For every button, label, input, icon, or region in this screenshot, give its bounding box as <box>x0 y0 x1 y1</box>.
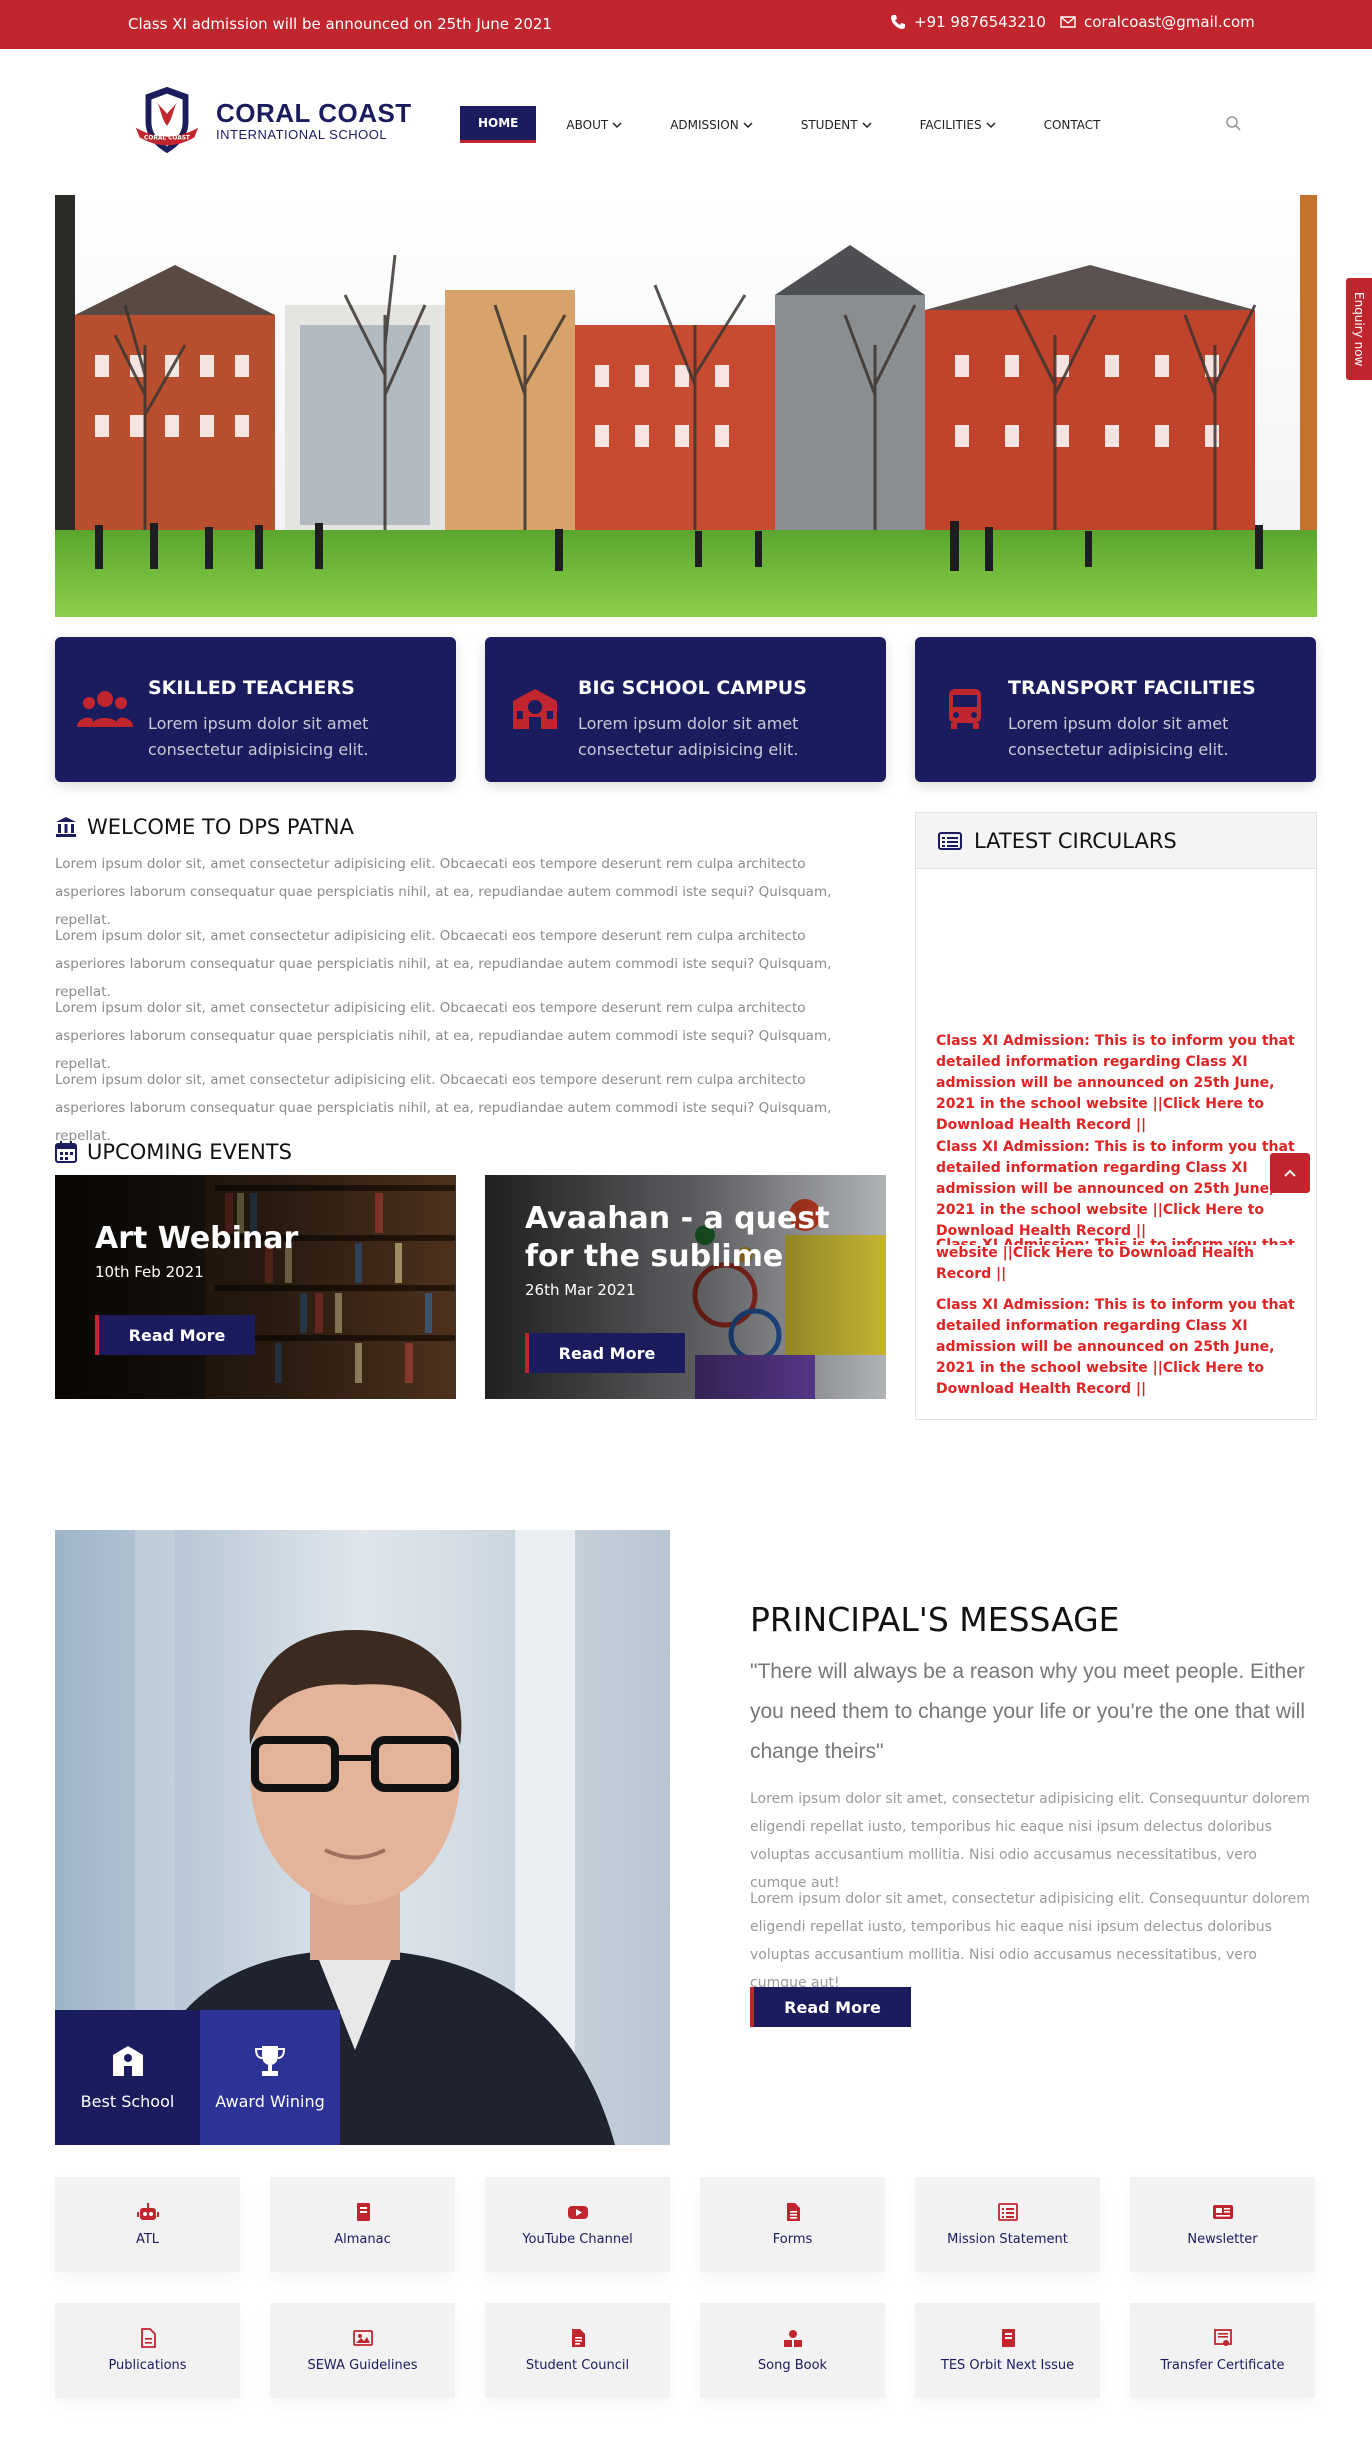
list-icon <box>938 831 962 850</box>
certificate-icon <box>1213 2329 1232 2346</box>
event-title: Avaahan - a quest for the sublime <box>525 1201 830 1274</box>
events-heading: UPCOMING EVENTS <box>55 1140 292 1164</box>
quicklink-atl[interactable]: ATL <box>55 2177 240 2272</box>
school-subtitle: INTERNATIONAL SCHOOL <box>216 126 388 142</box>
feature-title: TRANSPORT FACILITIES <box>1008 677 1256 699</box>
principal-title: PRINCIPAL'S MESSAGE <box>750 1600 1120 1639</box>
campus-photo <box>55 195 1317 617</box>
youtube-icon <box>567 2206 588 2219</box>
feature-card-transport: TRANSPORT FACILITIES Lorem ipsum dolor s… <box>915 637 1316 782</box>
school-logo[interactable]: CORAL COAST CORAL COAST INTERNATIONAL SC… <box>128 81 412 159</box>
book-icon <box>356 2203 370 2221</box>
school-icon <box>513 689 557 729</box>
email-contact[interactable]: coralcoast@gmail.com <box>1060 13 1255 31</box>
event-date: 10th Feb 2021 <box>95 1263 204 1281</box>
quicklink-publications[interactable]: Publications <box>55 2303 240 2398</box>
trophy-icon <box>254 2046 286 2076</box>
circular-item[interactable]: Class XI Admission: This is to inform yo… <box>936 1295 1296 1400</box>
circular-item[interactable]: Class XI Admission: This is to inform yo… <box>936 1137 1296 1242</box>
hands-icon <box>783 2330 802 2347</box>
quicklink-almanac[interactable]: Almanac <box>270 2177 455 2272</box>
feature-text: Lorem ipsum dolor sit amet consectetur a… <box>578 714 799 759</box>
principal-paragraph: Lorem ipsum dolor sit amet, consectetur … <box>750 1791 1310 1891</box>
feature-text: Lorem ipsum dolor sit amet consectetur a… <box>148 714 369 759</box>
event-date: 26th Mar 2021 <box>525 1281 636 1299</box>
quicklink-student-council[interactable]: Student Council <box>485 2303 670 2398</box>
event-title: Art Webinar <box>95 1221 299 1256</box>
principal-paragraph: Lorem ipsum dolor sit amet, consectetur … <box>750 1891 1310 1991</box>
quicklink-youtube[interactable]: YouTube Channel <box>485 2177 670 2272</box>
nav-about[interactable]: ABOUT <box>548 108 640 142</box>
phone-number: +91 9876543210 <box>914 13 1046 31</box>
feature-card-campus: BIG SCHOOL CAMPUS Lorem ipsum dolor sit … <box>485 637 886 782</box>
image-icon <box>352 2330 373 2346</box>
chevron-up-icon <box>1284 1169 1296 1177</box>
quicklink-song-book[interactable]: Song Book <box>700 2303 885 2398</box>
chevron-down-icon <box>862 121 872 128</box>
circular-item[interactable]: Class XI Admission: This is to inform yo… <box>936 1031 1296 1136</box>
quicklink-forms[interactable]: Forms <box>700 2177 885 2272</box>
circular-item[interactable]: website ||Click Here to Download Health … <box>936 1243 1296 1285</box>
document-icon <box>140 2328 156 2348</box>
site-header: CORAL COAST CORAL COAST INTERNATIONAL SC… <box>0 49 1372 194</box>
event-card[interactable]: Art Webinar 10th Feb 2021 Read More <box>55 1175 456 1399</box>
school-name: CORAL COAST <box>216 97 412 128</box>
nav-student[interactable]: STUDENT <box>783 108 890 142</box>
bus-icon <box>949 689 981 729</box>
institution-icon <box>56 817 76 837</box>
welcome-heading: WELCOME TO DPS PATNA <box>55 815 354 839</box>
list-icon <box>997 2203 1018 2221</box>
quicklink-tes-orbit[interactable]: TES Orbit Next Issue <box>915 2303 1100 2398</box>
quicklink-sewa[interactable]: SEWA Guidelines <box>270 2303 455 2398</box>
feature-text: Lorem ipsum dolor sit amet consectetur a… <box>1008 714 1229 759</box>
calendar-icon <box>55 1141 77 1163</box>
hero-banner <box>55 195 1317 617</box>
circulars-panel: LATEST CIRCULARS Class XI Admission: Thi… <box>915 812 1317 1420</box>
feature-title: SKILLED TEACHERS <box>148 677 355 699</box>
newspaper-icon <box>1212 2205 1233 2219</box>
book-icon <box>1001 2329 1015 2347</box>
event-card[interactable]: Avaahan - a quest for the sublime 26th M… <box>485 1175 886 1399</box>
principal-quote: "There will always be a reason why you m… <box>750 1660 1306 1763</box>
file-icon <box>571 2329 585 2347</box>
feature-card-teachers: SKILLED TEACHERS Lorem ipsum dolor sit a… <box>55 637 456 782</box>
email-address: coralcoast@gmail.com <box>1084 13 1255 31</box>
chevron-down-icon <box>612 121 622 128</box>
welcome-paragraph: Lorem ipsum dolor sit, amet consectetur … <box>55 1072 832 1144</box>
top-bar: Class XI admission will be announced on … <box>0 0 1372 49</box>
announcement-text: Class XI admission will be announced on … <box>128 15 552 33</box>
crest-icon: CORAL COAST <box>135 86 199 154</box>
read-more-button[interactable]: Read More <box>525 1333 685 1373</box>
badge-best-school: Best School <box>55 2010 200 2145</box>
feature-title: BIG SCHOOL CAMPUS <box>578 677 807 699</box>
quicklink-transfer-certificate[interactable]: Transfer Certificate <box>1130 2303 1315 2398</box>
circulars-header: LATEST CIRCULARS <box>916 813 1316 869</box>
users-icon <box>77 691 133 727</box>
enquiry-tab[interactable]: Enquiry now <box>1346 278 1372 380</box>
badge-award-winning: Award Wining <box>200 2010 340 2145</box>
robot-icon <box>136 2203 159 2220</box>
nav-facilities[interactable]: FACILITIES <box>902 108 1014 142</box>
search-icon[interactable] <box>1225 115 1241 131</box>
phone-icon <box>891 15 905 29</box>
nav-contact[interactable]: CONTACT <box>1026 108 1119 142</box>
chevron-down-icon <box>743 121 753 128</box>
quicklink-newsletter[interactable]: Newsletter <box>1130 2177 1315 2272</box>
principal-read-more-button[interactable]: Read More <box>750 1987 911 2027</box>
main-nav: HOME ABOUT ADMISSION STUDENT FACILITIES … <box>460 106 1131 143</box>
scroll-to-top-button[interactable] <box>1270 1153 1310 1193</box>
quicklink-mission[interactable]: Mission Statement <box>915 2177 1100 2272</box>
nav-admission[interactable]: ADMISSION <box>652 108 771 142</box>
envelope-icon <box>1060 16 1076 28</box>
nav-home[interactable]: HOME <box>460 106 537 143</box>
svg-text:CORAL COAST: CORAL COAST <box>144 136 190 142</box>
phone-contact[interactable]: +91 9876543210 <box>890 13 1046 31</box>
form-icon <box>786 2203 800 2221</box>
read-more-button[interactable]: Read More <box>95 1315 255 1355</box>
school-icon <box>112 2046 143 2076</box>
chevron-down-icon <box>986 121 996 128</box>
circulars-title: LATEST CIRCULARS <box>974 828 1177 853</box>
